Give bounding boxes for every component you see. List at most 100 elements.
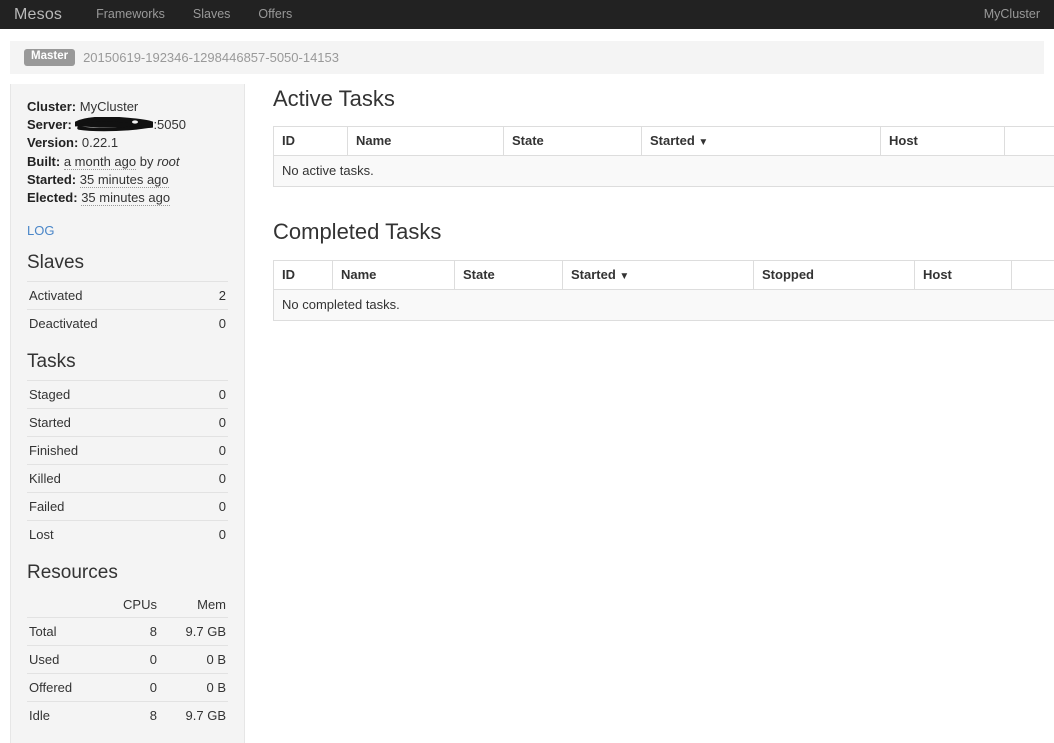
completed-col-blank: [1012, 260, 1054, 289]
version-info-value: 0.22.1: [82, 135, 118, 150]
active-tasks-empty-row: No active tasks.: [274, 156, 1054, 187]
slaves-activated-value: 2: [201, 282, 228, 310]
main-content: Active Tasks ID Name State Started ▼ Hos…: [245, 84, 1054, 321]
started-relative-time: 35 minutes ago: [80, 172, 169, 188]
active-tasks-table: ID Name State Started ▼ Host No active t…: [273, 126, 1054, 187]
completed-col-stopped[interactable]: Stopped: [754, 260, 915, 289]
started-info-row: Started: 35 minutes ago: [27, 171, 228, 189]
resources-col-blank: [27, 591, 100, 618]
completed-tasks-empty-message: No completed tasks.: [274, 289, 1054, 320]
resources-total-mem: 9.7 GB: [159, 617, 228, 645]
built-info-label: Built:: [27, 154, 60, 169]
cluster-info-label: Cluster:: [27, 99, 76, 114]
slaves-table: Activated 2 Deactivated 0: [27, 281, 228, 337]
tasks-failed-label: Failed: [27, 492, 193, 520]
active-col-started[interactable]: Started ▼: [642, 127, 881, 156]
completed-col-id[interactable]: ID: [274, 260, 333, 289]
table-row: Failed 0: [27, 492, 228, 520]
version-info-row: Version: 0.22.1: [27, 134, 228, 152]
table-row: Total 8 9.7 GB: [27, 617, 228, 645]
master-id-strip: Master 20150619-192346-1298446857-5050-1…: [10, 41, 1044, 74]
active-col-id[interactable]: ID: [274, 127, 348, 156]
table-row: Used 0 0 B: [27, 645, 228, 673]
active-col-blank: [1005, 127, 1054, 156]
nav-link-offers[interactable]: Offers: [244, 0, 306, 29]
resources-heading: Resources: [27, 562, 228, 585]
resources-offered-mem: 0 B: [159, 673, 228, 701]
tasks-started-value: 0: [193, 408, 228, 436]
slaves-deactivated-label: Deactivated: [27, 310, 201, 338]
server-address-redaction: [75, 117, 153, 132]
tasks-staged-label: Staged: [27, 380, 193, 408]
completed-col-state[interactable]: State: [455, 260, 563, 289]
table-row: Started 0: [27, 408, 228, 436]
resources-total-label: Total: [27, 617, 100, 645]
elected-relative-time: 35 minutes ago: [81, 190, 170, 206]
resources-table: CPUs Mem Total 8 9.7 GB Used 0 0 B Offer…: [27, 591, 228, 729]
active-tasks-title: Active Tasks: [273, 86, 1054, 112]
built-by-user: root: [157, 154, 179, 169]
tasks-finished-label: Finished: [27, 436, 193, 464]
resources-total-cpus: 8: [100, 617, 159, 645]
server-info-label: Server:: [27, 117, 72, 132]
completed-col-started-label: Started: [571, 267, 616, 282]
active-col-host[interactable]: Host: [881, 127, 1005, 156]
active-tasks-empty-message: No active tasks.: [274, 156, 1054, 187]
log-link[interactable]: LOG: [27, 223, 228, 238]
built-info-row: Built: a month ago by root: [27, 153, 228, 171]
page-body: Cluster: MyCluster Server: :5050 Version…: [0, 84, 1054, 743]
active-col-started-label: Started: [650, 133, 695, 148]
master-id-text: 20150619-192346-1298446857-5050-14153: [83, 50, 339, 65]
tasks-started-label: Started: [27, 408, 193, 436]
resources-col-mem: Mem: [159, 591, 228, 618]
active-col-name[interactable]: Name: [348, 127, 504, 156]
cluster-info-row: Cluster: MyCluster: [27, 98, 228, 116]
table-row: Staged 0: [27, 380, 228, 408]
tasks-finished-value: 0: [193, 436, 228, 464]
nav-link-slaves[interactable]: Slaves: [179, 0, 245, 29]
version-info-label: Version:: [27, 135, 78, 150]
table-row: Finished 0: [27, 436, 228, 464]
active-col-state[interactable]: State: [504, 127, 642, 156]
resources-col-cpus: CPUs: [100, 591, 159, 618]
tasks-lost-value: 0: [193, 520, 228, 548]
completed-col-started[interactable]: Started ▼: [563, 260, 754, 289]
resources-offered-cpus: 0: [100, 673, 159, 701]
tasks-table: Staged 0 Started 0 Finished 0 Killed 0 F…: [27, 380, 228, 548]
tasks-lost-label: Lost: [27, 520, 193, 548]
active-tasks-header-row: ID Name State Started ▼ Host: [274, 127, 1054, 156]
tasks-killed-label: Killed: [27, 464, 193, 492]
completed-tasks-empty-row: No completed tasks.: [274, 289, 1054, 320]
elected-info-label: Elected:: [27, 190, 78, 205]
server-port-text: :5050: [153, 117, 186, 132]
table-row: Idle 8 9.7 GB: [27, 701, 228, 729]
tasks-failed-value: 0: [193, 492, 228, 520]
table-row: Lost 0: [27, 520, 228, 548]
resources-offered-label: Offered: [27, 673, 100, 701]
server-info-row: Server: :5050: [27, 116, 228, 134]
tasks-killed-value: 0: [193, 464, 228, 492]
nav-brand-mesos[interactable]: Mesos: [0, 0, 82, 29]
slaves-activated-label: Activated: [27, 282, 201, 310]
table-row: Offered 0 0 B: [27, 673, 228, 701]
built-by-text: by: [140, 154, 154, 169]
nav-link-frameworks[interactable]: Frameworks: [82, 0, 179, 29]
tasks-staged-value: 0: [193, 380, 228, 408]
completed-tasks-header-row: ID Name State Started ▼ Stopped Host: [274, 260, 1054, 289]
completed-col-host[interactable]: Host: [915, 260, 1012, 289]
completed-tasks-table: ID Name State Started ▼ Stopped Host No …: [273, 260, 1054, 321]
top-navbar: Mesos Frameworks Slaves Offers MyCluster: [0, 0, 1054, 29]
slaves-deactivated-value: 0: [201, 310, 228, 338]
redaction-scribble-icon: [75, 117, 153, 132]
resources-idle-label: Idle: [27, 701, 100, 729]
tasks-heading: Tasks: [27, 351, 228, 374]
resources-used-label: Used: [27, 645, 100, 673]
table-row: Deactivated 0: [27, 310, 228, 338]
slaves-heading: Slaves: [27, 252, 228, 275]
completed-col-name[interactable]: Name: [333, 260, 455, 289]
completed-tasks-title: Completed Tasks: [273, 219, 1054, 245]
built-relative-time: a month ago: [64, 154, 136, 170]
resources-header-row: CPUs Mem: [27, 591, 228, 618]
resources-idle-mem: 9.7 GB: [159, 701, 228, 729]
nav-cluster-name[interactable]: MyCluster: [984, 0, 1040, 29]
